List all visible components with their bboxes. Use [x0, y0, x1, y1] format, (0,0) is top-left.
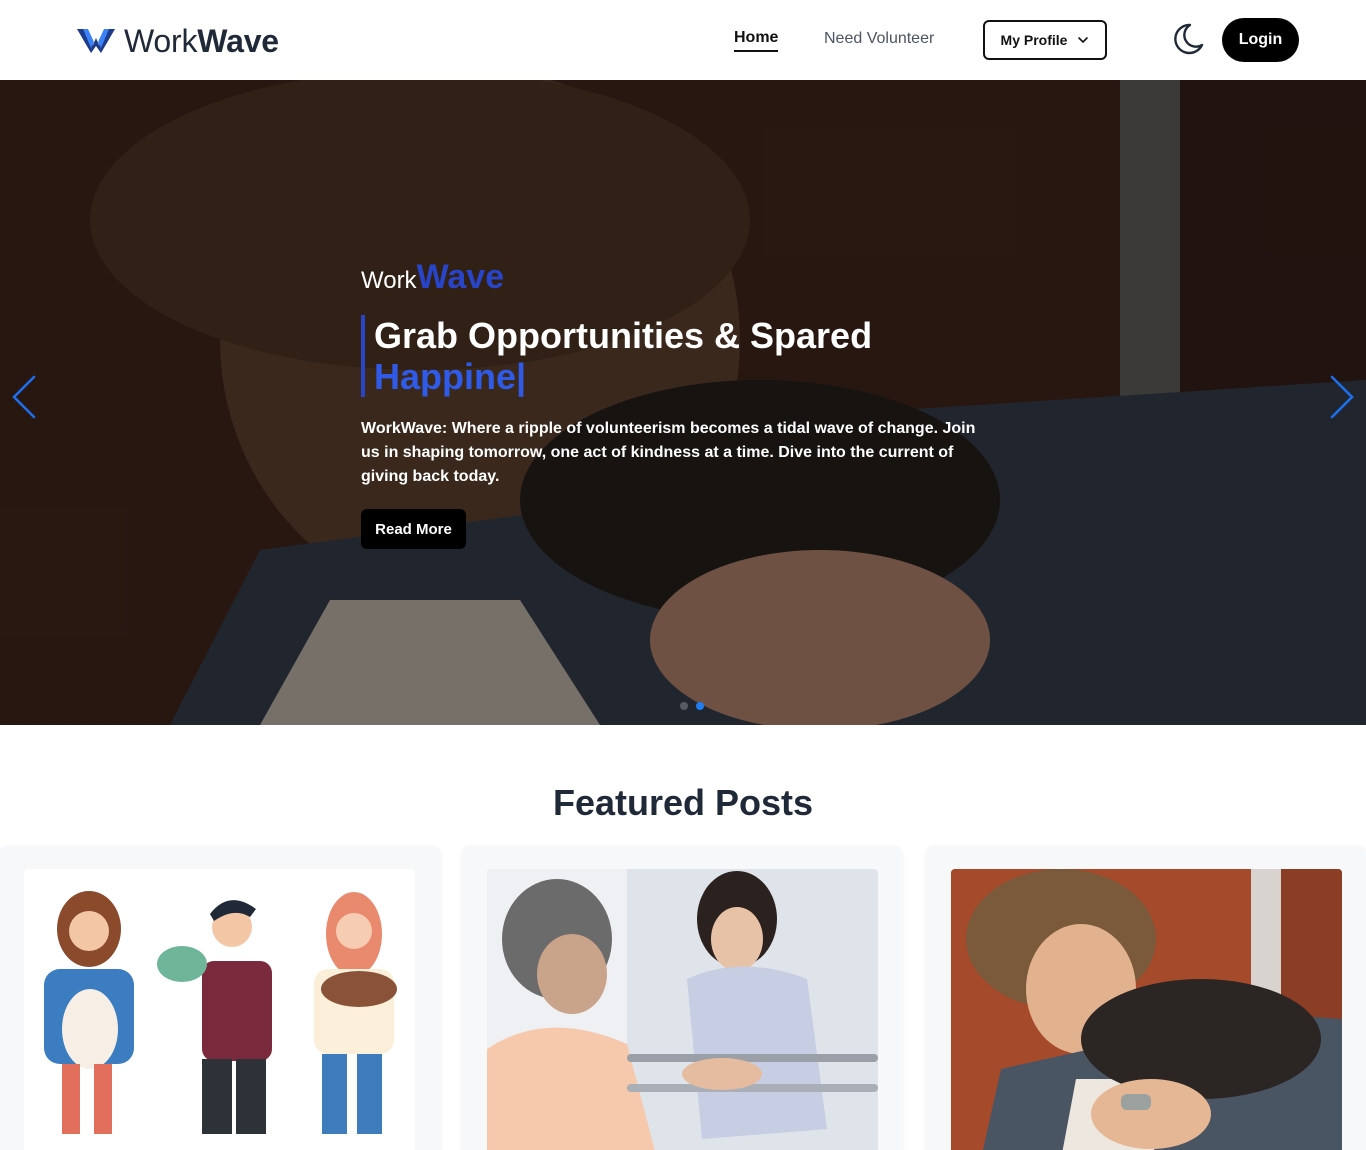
hero-brand-part2: Wave: [416, 258, 505, 296]
featured-card[interactable]: [0, 846, 440, 1150]
nurse-helping-elderly-woman: [487, 869, 878, 1150]
hero-title: Grab Opportunities & Spared Happine|: [361, 315, 1001, 397]
read-more-button[interactable]: Read More: [361, 509, 466, 549]
hero-brand-part1: Work: [361, 267, 417, 294]
hero-carousel: Work Wave Grab Opportunities & Spared Hap…: [0, 80, 1366, 725]
nav-need-volunteer-link[interactable]: Need Volunteer: [824, 30, 934, 48]
login-button[interactable]: Login: [1222, 18, 1299, 62]
navbar: WorkWave Home Need Volunteer My Profile …: [0, 0, 1366, 80]
carousel-pagination: [680, 702, 704, 710]
kids-with-pets-illustration: [24, 869, 415, 1150]
featured-posts-heading: Featured Posts: [552, 782, 814, 823]
featured-card[interactable]: [926, 846, 1366, 1150]
brand-logo[interactable]: WorkWave: [76, 22, 279, 60]
featured-card[interactable]: [462, 846, 902, 1150]
chevron-left-icon[interactable]: [10, 374, 38, 420]
moon-icon[interactable]: [1170, 21, 1206, 57]
brand-name: WorkWave: [124, 22, 279, 59]
chevron-down-icon: [1078, 37, 1089, 44]
hero-description: WorkWave: Where a ripple of volunteerism…: [361, 420, 976, 485]
pagination-dot-active[interactable]: [696, 702, 704, 710]
nav-home-link[interactable]: Home: [734, 29, 779, 52]
hero-brand: Work Wave: [361, 258, 1001, 297]
hero-title-typed: Happine: [374, 356, 517, 397]
my-profile-dropdown[interactable]: My Profile: [983, 20, 1107, 60]
chevron-right-icon[interactable]: [1328, 374, 1356, 420]
hero-content: Work Wave Grab Opportunities & Spared Hap…: [361, 258, 1001, 549]
man-hugging-dog: [951, 869, 1342, 1150]
typing-caret: |: [516, 356, 527, 397]
pagination-dot[interactable]: [680, 702, 688, 710]
my-profile-label: My Profile: [1000, 32, 1068, 48]
workwave-logo-icon: [77, 29, 115, 53]
hero-title-line1: Grab Opportunities & Spared: [374, 315, 873, 356]
